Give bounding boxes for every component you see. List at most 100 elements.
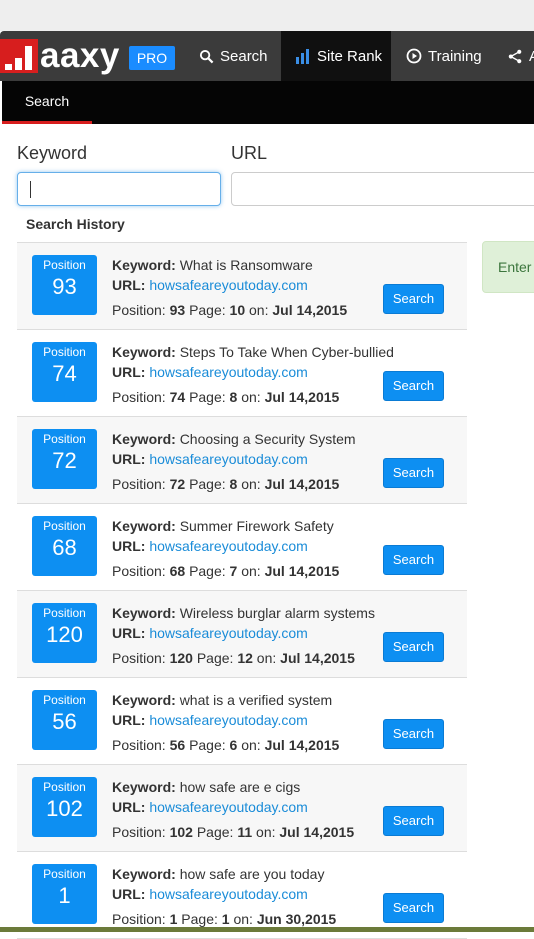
- pro-badge: PRO: [129, 46, 175, 70]
- keyword-line: Keyword: What is Ransomware: [112, 255, 347, 275]
- position-value: 1: [169, 911, 178, 927]
- date-value: Jul 14,2015: [264, 476, 340, 492]
- rank-line: Position: 56 Page: 6 on: Jul 14,2015: [112, 735, 339, 755]
- url-link[interactable]: howsafeareyoutoday.com: [149, 625, 308, 641]
- page-value: 8: [229, 389, 238, 405]
- history-row: Position 1 Keyword: how safe are you today…: [17, 852, 467, 939]
- row-search-button[interactable]: Search: [383, 371, 444, 401]
- keyword-key: Keyword:: [112, 779, 176, 795]
- page-key: Page:: [181, 911, 218, 927]
- url-key: URL:: [112, 364, 146, 380]
- page-key: Page:: [189, 389, 226, 405]
- row-info: Keyword: Steps To Take When Cyber-bullie…: [112, 342, 394, 407]
- date-value: Jul 14,2015: [264, 389, 340, 405]
- keyword-value: What is Ransomware: [179, 257, 313, 273]
- keyword-key: Keyword:: [112, 257, 176, 273]
- position-badge-label: Position: [43, 867, 86, 881]
- sub-navbar: Search: [2, 81, 534, 124]
- position-value: 120: [169, 650, 193, 666]
- date-key: on:: [241, 476, 261, 492]
- row-search-button[interactable]: Search: [383, 458, 444, 488]
- row-info: Keyword: Choosing a Security System URL: …: [112, 429, 356, 494]
- text-caret: [30, 181, 31, 198]
- position-value: 102: [169, 824, 193, 840]
- row-search-button[interactable]: Search: [383, 806, 444, 836]
- row-info: Keyword: how safe are you today URL: hows…: [112, 864, 336, 929]
- bar-chart-icon: [296, 48, 309, 64]
- position-badge-label: Position: [43, 693, 86, 707]
- position-value: 74: [169, 389, 186, 405]
- position-badge-label: Position: [43, 780, 86, 794]
- nav-item-training[interactable]: Training: [406, 31, 482, 81]
- subnav-item-search[interactable]: Search: [2, 81, 92, 124]
- history-row: Position 120 Keyword: Wireless burglar ala…: [17, 591, 467, 678]
- page-value: 7: [229, 563, 238, 579]
- page-value: 11: [237, 824, 253, 840]
- bottom-strip: [0, 927, 534, 932]
- row-search-button[interactable]: Search: [383, 893, 444, 923]
- url-key: URL:: [112, 451, 146, 467]
- date-key: on:: [256, 824, 276, 840]
- nav-item-site-rank[interactable]: Site Rank: [281, 31, 391, 81]
- date-value: Jul 14,2015: [264, 563, 340, 579]
- keyword-value: Wireless burglar alarm systems: [179, 605, 375, 621]
- url-link[interactable]: howsafeareyoutoday.com: [149, 886, 308, 902]
- url-link[interactable]: howsafeareyoutoday.com: [149, 538, 308, 554]
- position-key: Position:: [112, 476, 166, 492]
- keyword-value: Steps To Take When Cyber-bullied: [179, 344, 394, 360]
- url-line: URL: howsafeareyoutoday.com: [112, 884, 336, 904]
- date-value: Jul 14,2015: [272, 302, 348, 318]
- keyword-key: Keyword:: [112, 866, 176, 882]
- url-link[interactable]: howsafeareyoutoday.com: [149, 277, 308, 293]
- position-badge-label: Position: [43, 345, 86, 359]
- nav-item-affiliates[interactable]: A: [508, 31, 534, 81]
- date-value: Jul 14,2015: [279, 824, 355, 840]
- row-search-button[interactable]: Search: [383, 719, 444, 749]
- rank-line: Position: 1 Page: 1 on: Jun 30,2015: [112, 909, 336, 929]
- position-badge-number: 1: [58, 883, 71, 908]
- keyword-input[interactable]: [18, 173, 220, 205]
- browser-top-strip: [0, 0, 534, 31]
- nav-item-training-label: Training: [428, 47, 482, 65]
- url-key: URL:: [112, 712, 146, 728]
- url-input[interactable]: [232, 173, 534, 205]
- row-info: Keyword: Summer Firework Safety URL: hows…: [112, 516, 339, 581]
- row-info: Keyword: how safe are e cigs URL: howsafe…: [112, 777, 354, 842]
- nav-item-site-rank-label: Site Rank: [317, 47, 383, 65]
- keyword-key: Keyword:: [112, 692, 176, 708]
- page-key: Page:: [189, 563, 226, 579]
- date-value: Jul 14,2015: [264, 737, 340, 753]
- keyword-label: Keyword: [17, 143, 88, 163]
- row-search-button[interactable]: Search: [383, 545, 444, 575]
- url-link[interactable]: howsafeareyoutoday.com: [149, 799, 308, 815]
- row-info: Keyword: what is a verified system URL: h…: [112, 690, 339, 755]
- nav-item-affiliates-label: A: [529, 48, 534, 65]
- date-key: on:: [241, 389, 261, 405]
- nav-item-search[interactable]: Search: [199, 31, 268, 81]
- keyword-key: Keyword:: [112, 344, 176, 360]
- row-info: Keyword: Wireless burglar alarm systems U…: [112, 603, 375, 668]
- row-search-button[interactable]: Search: [383, 284, 444, 314]
- url-line: URL: howsafeareyoutoday.com: [112, 797, 354, 817]
- position-badge-number: 72: [52, 448, 77, 473]
- url-link[interactable]: howsafeareyoutoday.com: [149, 364, 308, 380]
- rank-line: Position: 120 Page: 12 on: Jul 14,2015: [112, 648, 375, 668]
- position-badge-label: Position: [43, 258, 86, 272]
- position-badge-number: 74: [52, 361, 77, 386]
- keyword-line: Keyword: Choosing a Security System: [112, 429, 356, 449]
- history-row: Position 72 Keyword: Choosing a Security S…: [17, 417, 467, 504]
- search-history-title: Search History: [26, 216, 125, 232]
- page-key: Page:: [189, 302, 226, 318]
- page-value: 10: [229, 302, 246, 318]
- position-key: Position:: [112, 650, 166, 666]
- url-link[interactable]: howsafeareyoutoday.com: [149, 451, 308, 467]
- row-search-button[interactable]: Search: [383, 632, 444, 662]
- url-line: URL: howsafeareyoutoday.com: [112, 362, 394, 382]
- jaaxy-logo[interactable]: aaxy: [0, 38, 120, 73]
- position-badge-number: 68: [52, 535, 77, 560]
- alert-text: Enter: [498, 259, 532, 275]
- position-badge-number: 93: [52, 274, 77, 299]
- url-link[interactable]: howsafeareyoutoday.com: [149, 712, 308, 728]
- rank-line: Position: 102 Page: 11 on: Jul 14,2015: [112, 822, 354, 842]
- date-key: on:: [233, 911, 253, 927]
